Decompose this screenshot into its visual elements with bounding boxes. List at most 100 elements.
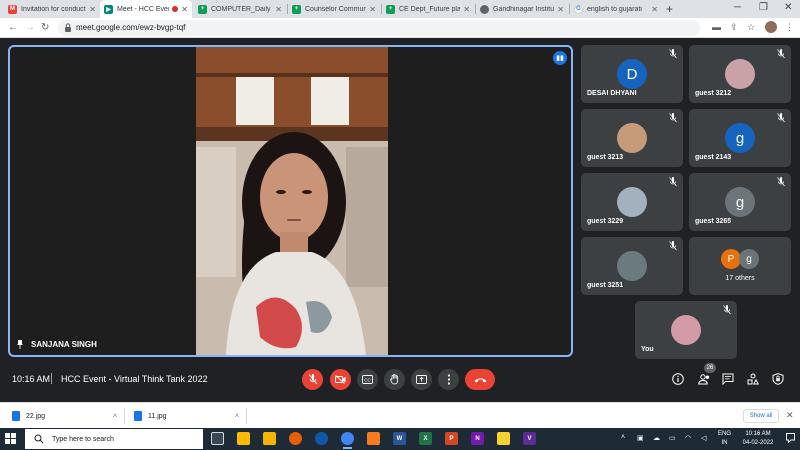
speaker-name-label: SANJANA SINGH [16, 340, 97, 349]
meeting-details-button[interactable] [671, 372, 685, 386]
share-icon[interactable]: ⇪ [730, 22, 738, 33]
close-tab-icon[interactable]: ✕ [463, 5, 470, 14]
sheets-icon: + [386, 4, 395, 14]
main-speaker-stage[interactable]: ▮▮ SANJANA SINGH [8, 45, 573, 357]
volume-icon[interactable]: ◁ [701, 434, 706, 442]
tab-gandhinagar[interactable]: Gandhinagar Institute ✕ [476, 0, 568, 18]
address-bar[interactable]: meet.google.com/ewz-bvgp-tqf [58, 20, 700, 36]
camera-toggle-button[interactable] [330, 369, 351, 390]
close-tab-icon[interactable]: ✕ [651, 5, 658, 14]
mic-muted-icon [723, 305, 731, 315]
battery-icon[interactable]: ▭ [669, 434, 676, 442]
close-tab-icon[interactable]: ✕ [275, 5, 282, 14]
participant-count-badge: 26 [704, 363, 716, 373]
download-item[interactable]: 22.jpg ˄ [12, 408, 117, 424]
windows-taskbar: Type here to search W X P N V ˄ ▣ ☁ ▭ ◠ … [0, 428, 800, 450]
tab-gmail[interactable]: M Invitation for conduct ✕ [4, 0, 100, 18]
chat-button[interactable] [721, 372, 735, 386]
tab-meet[interactable]: ▶ Meet - HCC Even ✕ [100, 0, 192, 18]
start-button[interactable] [5, 433, 16, 444]
image-file-icon [134, 411, 142, 421]
participant-tile[interactable]: guest 3251 [581, 237, 683, 295]
onedrive-cloud-icon[interactable]: ☁ [653, 434, 660, 442]
calculator-icon[interactable] [237, 432, 250, 445]
minimize-icon[interactable]: ─ [734, 2, 741, 13]
tray-app-icon[interactable]: ▣ [637, 434, 644, 442]
system-clock[interactable]: 10:16 AM 04-02-2022 [738, 430, 778, 448]
svg-text:CC: CC [364, 377, 371, 382]
close-tab-icon[interactable]: ✕ [181, 5, 188, 14]
activities-button[interactable] [746, 372, 760, 386]
task-view-icon[interactable] [211, 432, 224, 445]
participant-tile[interactable]: D DESAI DHYANI [581, 45, 683, 103]
participant-tile[interactable]: guest 3213 [581, 109, 683, 167]
file-explorer-icon[interactable] [263, 432, 276, 445]
menu-kebab-icon[interactable]: ⋮ [785, 22, 794, 33]
word-icon[interactable]: W [393, 432, 406, 445]
reload-icon[interactable]: ↻ [41, 21, 49, 35]
tab-english-to-gujarati[interactable]: G english to gujarati ✕ [570, 0, 662, 18]
info-icon [672, 373, 684, 385]
onenote-icon[interactable]: N [471, 432, 484, 445]
camera-permission-icon[interactable]: ▬ [712, 22, 721, 32]
present-screen-button[interactable] [411, 369, 432, 390]
hand-icon [389, 374, 398, 385]
participant-tile[interactable]: guest 3229 [581, 173, 683, 231]
visual-studio-icon[interactable]: V [523, 432, 536, 445]
bookmark-star-icon[interactable]: ☆ [747, 22, 755, 33]
pin-icon[interactable] [16, 340, 24, 349]
chrome-icon[interactable] [341, 432, 354, 449]
participant-tile[interactable]: guest 3212 [689, 45, 791, 103]
input-language-indicator[interactable]: ENG IN [718, 430, 731, 448]
sheets-icon: + [292, 4, 301, 14]
close-download-shelf-icon[interactable]: ✕ [786, 410, 794, 421]
edge-icon[interactable] [315, 432, 328, 445]
close-tab-icon[interactable]: ✕ [557, 5, 564, 14]
participant-photo [617, 187, 647, 217]
close-window-icon[interactable]: ✕ [784, 2, 792, 13]
speaker-video-illustration [196, 47, 388, 355]
chat-icon [722, 373, 734, 385]
new-tab-button[interactable]: + [666, 2, 673, 16]
tab-counselor[interactable]: + Counselor Communi ✕ [288, 0, 380, 18]
tray-overflow-chevron-icon[interactable]: ˄ [621, 434, 625, 441]
captions-button[interactable]: CC [357, 369, 378, 390]
participant-tile[interactable]: g guest 3265 [689, 173, 791, 231]
excel-icon[interactable]: X [419, 432, 432, 445]
download-item[interactable]: 11.jpg ˄ [134, 408, 239, 424]
leave-call-button[interactable] [465, 369, 495, 390]
recording-indicator-icon [172, 6, 179, 12]
meeting-controls-bar: 10:16 AM HCC Event - Virtual Think Tank … [0, 362, 800, 398]
windows-logo-icon [5, 433, 10, 438]
close-tab-icon[interactable]: ✕ [89, 5, 96, 14]
back-arrow-icon[interactable]: ← [8, 21, 18, 35]
tab-ce-dept[interactable]: + CE Dept_Future plan ✕ [382, 0, 474, 18]
mic-toggle-button[interactable] [302, 369, 323, 390]
taskbar-search-box[interactable]: Type here to search [25, 429, 203, 449]
raise-hand-button[interactable] [384, 369, 405, 390]
powerpoint-icon[interactable]: P [445, 432, 458, 445]
forward-arrow-icon[interactable]: → [25, 21, 35, 35]
self-tile[interactable]: You [635, 301, 737, 359]
divider [124, 408, 125, 424]
present-icon [416, 375, 427, 384]
show-all-downloads-button[interactable]: Show all [743, 409, 779, 423]
people-button[interactable] [697, 372, 711, 386]
sticky-notes-icon[interactable] [497, 432, 510, 445]
host-controls-button[interactable] [771, 372, 785, 386]
wifi-icon[interactable]: ◠ [685, 434, 691, 442]
orange-app-icon[interactable] [367, 432, 380, 445]
close-tab-icon[interactable]: ✕ [369, 5, 376, 14]
profile-avatar[interactable] [765, 21, 777, 33]
more-options-button[interactable] [438, 369, 459, 390]
chevron-up-icon[interactable]: ˄ [235, 413, 239, 420]
google-icon: G [574, 4, 583, 14]
participant-tile[interactable]: g guest 2143 [689, 109, 791, 167]
chevron-up-icon[interactable]: ˄ [113, 413, 117, 420]
restore-icon[interactable]: ❐ [759, 2, 768, 13]
participant-photo [617, 251, 647, 281]
firefox-icon[interactable] [289, 432, 302, 445]
others-tile[interactable]: P g 17 others [689, 237, 791, 295]
tab-computer-daily-att[interactable]: + COMPUTER_Daily Att ✕ [194, 0, 286, 18]
notifications-icon[interactable] [786, 433, 795, 443]
